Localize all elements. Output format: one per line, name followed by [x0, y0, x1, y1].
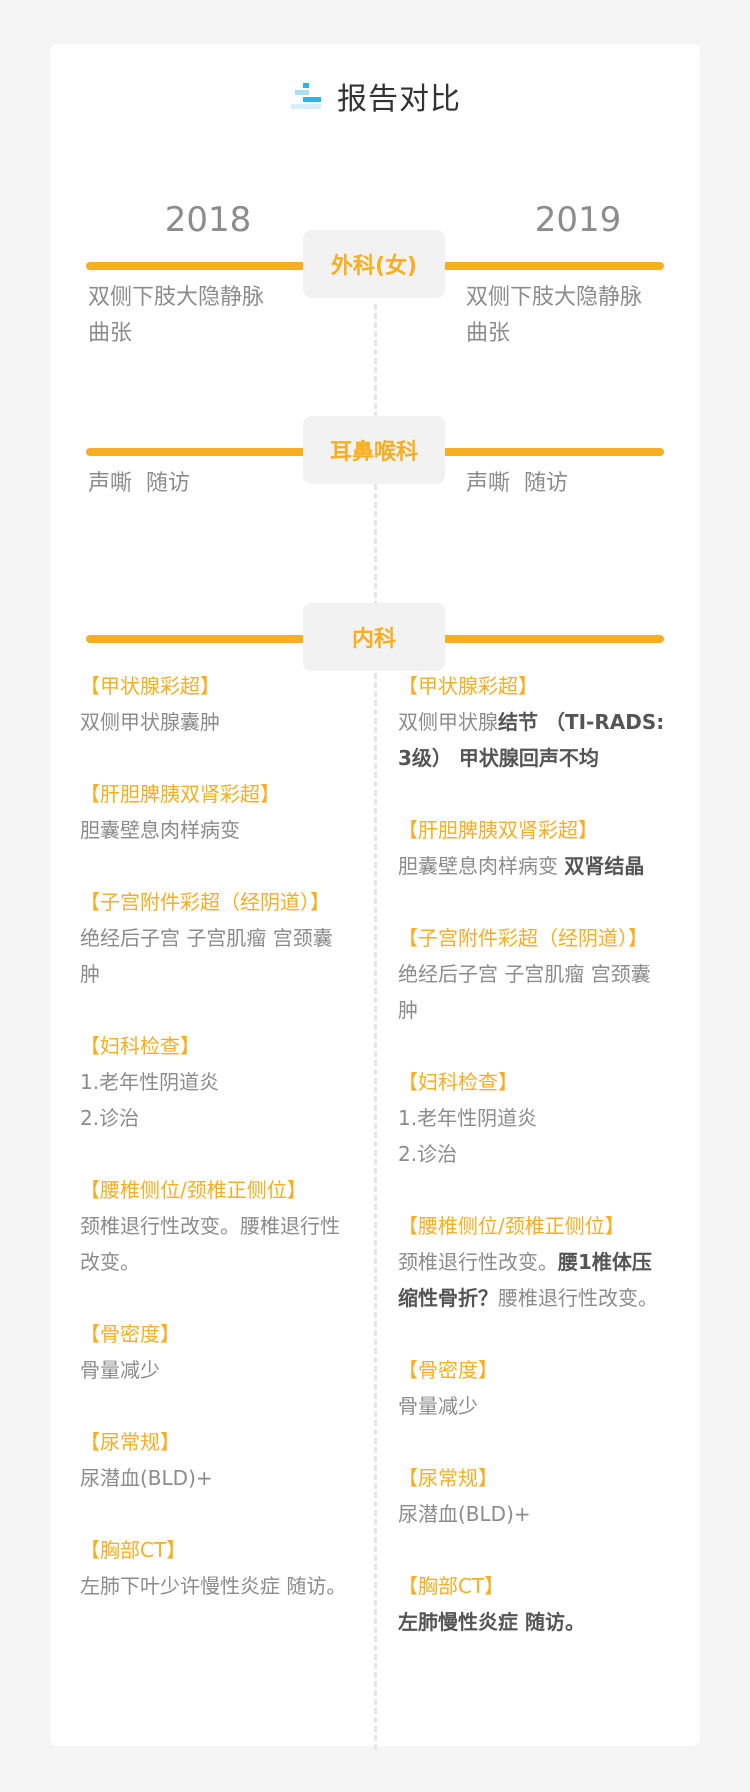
body-text: 1.老年性阴道炎: [80, 1070, 220, 1094]
report-item: 【腰椎侧位/颈椎正侧位】颈椎退行性改变。腰椎退行性 改变。: [80, 1172, 356, 1280]
report-item: 【骨密度】 骨量减少: [398, 1352, 674, 1424]
report-item-body: 左肺下叶少许慢性炎症 随访。: [80, 1568, 356, 1604]
body-text: 双侧甲状腺囊肿: [80, 710, 220, 734]
report-item: 【妇科检查】 1.老年性阴道炎 2.诊治: [398, 1064, 674, 1172]
report-item: 【子宫附件彩超（经阴道）】 绝经后子宫 子宫肌瘤 宫颈囊肿: [80, 884, 356, 992]
report-item-title: 【尿常规】: [80, 1430, 180, 1454]
report-item-body: 双侧甲状腺结节 （TI-RADS: 3级） 甲状腺回声不均: [398, 704, 674, 776]
report-item: 【胸部CT】左肺慢性炎症 随访。: [398, 1568, 674, 1640]
highlight-text: 缩性骨折？: [398, 1286, 498, 1310]
report-item-body: 左肺慢性炎症 随访。: [398, 1604, 674, 1640]
page-title: 报告对比: [337, 82, 461, 117]
body-text: 左肺下叶少许慢性炎症 随访。: [80, 1574, 347, 1598]
report-item-title: 【胸部CT】: [398, 1574, 505, 1598]
body-text: 颈椎退行性改变。腰椎退行性: [80, 1214, 340, 1238]
report-item: 【骨密度】 骨量减少: [80, 1316, 356, 1388]
section-tag-internal: 内科: [303, 603, 445, 671]
section-bar-left: [86, 635, 306, 643]
body-text: 肿: [398, 998, 418, 1022]
report-item-title: 【甲状腺彩超】: [398, 674, 538, 698]
body-text: 绝经后子宫 子宫肌瘤 宫颈囊: [398, 962, 651, 986]
report-item-body: 胆囊壁息肉样病变: [80, 812, 356, 848]
report-item-body: 骨量减少: [398, 1388, 674, 1424]
report-item-body: 骨量减少: [80, 1352, 356, 1388]
report-item: 【腰椎侧位/颈椎正侧位】 颈椎退行性改变。腰1椎体压缩性骨折？腰椎退行性改变。: [398, 1208, 674, 1316]
report-item-body: 1.老年性阴道炎 2.诊治: [398, 1100, 674, 1172]
report-item: 【甲状腺彩超】 双侧甲状腺囊肿: [80, 668, 356, 740]
report-item-title: 【骨密度】: [398, 1358, 498, 1382]
internal-left-column: 【甲状腺彩超】 双侧甲状腺囊肿 【肝胆脾胰双肾彩超】 胆囊壁息肉样病变 【子宫附件彩超（…: [80, 668, 356, 1640]
report-item: 【尿常规】尿潜血(BLD)+: [398, 1460, 674, 1532]
ent-right-text: 声嘶 随访: [466, 471, 568, 496]
body-text: 改变。: [80, 1250, 140, 1274]
body-text: 腰椎退行性改变。: [498, 1286, 658, 1310]
body-text: 1.老年性阴道炎: [398, 1106, 538, 1130]
highlight-text: 结节 （TI-RADS:: [498, 710, 665, 734]
report-item: 【胸部CT】左肺下叶少许慢性炎症 随访。: [80, 1532, 356, 1604]
report-item-body: 1.老年性阴道炎 2.诊治: [80, 1064, 356, 1136]
report-item-body: 绝经后子宫 子宫肌瘤 宫颈囊肿: [398, 956, 674, 1028]
report-item-title: 【妇科检查】: [80, 1034, 200, 1058]
report-item-title: 【胸部CT】: [80, 1538, 187, 1562]
report-item-title: 【肝胆脾胰双肾彩超】: [80, 782, 280, 806]
highlight-text: 双肾结晶: [564, 854, 645, 878]
surgery-right-text: 双侧下肢大隐静脉 曲张: [466, 285, 643, 346]
header: 报告对比: [50, 76, 700, 117]
report-item-body: 颈椎退行性改变。腰1椎体压缩性骨折？腰椎退行性改变。: [398, 1244, 674, 1316]
body-text: 肿: [80, 962, 100, 986]
report-item-title: 【尿常规】: [398, 1466, 498, 1490]
body-text: 骨量减少: [80, 1358, 160, 1382]
report-item-title: 【甲状腺彩超】: [80, 674, 220, 698]
report-item-body: 尿潜血(BLD)+: [80, 1460, 356, 1496]
report-item-title: 【子宫附件彩超（经阴道）】: [398, 926, 648, 950]
body-text: 尿潜血(BLD)+: [80, 1466, 213, 1490]
report-item: 【肝胆脾胰双肾彩超】 胆囊壁息肉样病变: [80, 776, 356, 848]
report-item-title: 【肝胆脾胰双肾彩超】: [398, 818, 598, 842]
report-item-title: 【骨密度】: [80, 1322, 180, 1346]
body-text: 绝经后子宫 子宫肌瘤 宫颈囊: [80, 926, 333, 950]
report-item: 【子宫附件彩超（经阴道）】 绝经后子宫 子宫肌瘤 宫颈囊肿: [398, 920, 674, 1028]
section-bar-right: [442, 448, 664, 456]
report-item: 【肝胆脾胰双肾彩超】 胆囊壁息肉样病变 双肾结晶: [398, 812, 674, 884]
report-item-title: 【子宫附件彩超（经阴道）】: [80, 890, 330, 914]
report-item-body: 双侧甲状腺囊肿: [80, 704, 356, 740]
body-text: 双侧甲状腺: [398, 710, 498, 734]
section-bar-right: [442, 262, 664, 270]
report-item-body: 颈椎退行性改变。腰椎退行性 改变。: [80, 1208, 356, 1280]
timeline-divider: [374, 304, 377, 1750]
section-bar-left: [86, 448, 306, 456]
report-item: 【甲状腺彩超】 双侧甲状腺结节 （TI-RADS: 3级） 甲状腺回声不均: [398, 668, 674, 776]
highlight-text: 3级） 甲状腺回声不均: [398, 746, 599, 770]
ent-left-text: 声嘶 随访: [88, 471, 190, 496]
section-bar-left: [86, 262, 306, 270]
report-item: 【尿常规】尿潜血(BLD)+: [80, 1424, 356, 1496]
report-item-body: 绝经后子宫 子宫肌瘤 宫颈囊肿: [80, 920, 356, 992]
body-text: 骨量减少: [398, 1394, 478, 1418]
report-item-title: 【妇科检查】: [398, 1070, 518, 1094]
highlight-text: 左肺慢性炎症 随访。: [398, 1610, 585, 1634]
year-right: 2019: [534, 200, 622, 240]
section-tag-surgery: 外科(女): [303, 230, 445, 298]
body-text: 胆囊壁息肉样病变: [80, 818, 240, 842]
year-left: 2018: [164, 200, 252, 240]
report-item-body: 尿潜血(BLD)+: [398, 1496, 674, 1532]
body-text: 颈椎退行性改变。: [398, 1250, 558, 1274]
report-icon: [291, 83, 321, 109]
report-item-body: 胆囊壁息肉样病变 双肾结晶: [398, 848, 674, 884]
report-item: 【妇科检查】 1.老年性阴道炎 2.诊治: [80, 1028, 356, 1136]
surgery-left-text: 双侧下肢大隐静脉 曲张: [88, 285, 265, 346]
report-card: 报告对比 2018 2019 外科(女) 双侧下肢大隐静脉 曲张 双侧下肢大隐静…: [50, 44, 700, 1750]
body-text: 2.诊治: [398, 1142, 458, 1166]
internal-right-column: 【甲状腺彩超】 双侧甲状腺结节 （TI-RADS: 3级） 甲状腺回声不均 【肝胆脾胰…: [398, 668, 674, 1676]
section-tag-ent: 耳鼻喉科: [303, 416, 445, 484]
section-bar-right: [442, 635, 664, 643]
body-text: 胆囊壁息肉样病变: [398, 854, 565, 878]
report-item-title: 【腰椎侧位/颈椎正侧位】: [80, 1178, 307, 1202]
report-item-title: 【腰椎侧位/颈椎正侧位】: [398, 1214, 625, 1238]
body-text: 尿潜血(BLD)+: [398, 1502, 531, 1526]
highlight-text: 腰1椎体压: [558, 1250, 652, 1274]
body-text: 2.诊治: [80, 1106, 140, 1130]
